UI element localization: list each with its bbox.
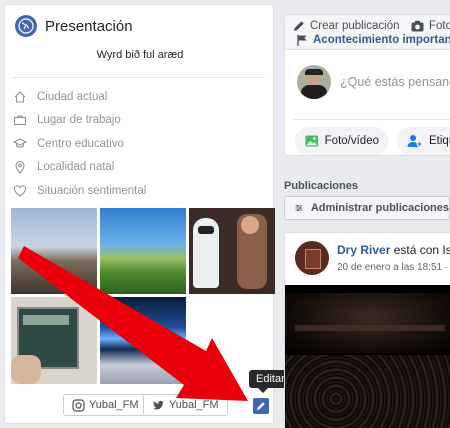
tag-friends-label: Etiqu xyxy=(429,135,450,147)
instagram-handle: Yubal_FM xyxy=(89,399,139,411)
post-author-avatar[interactable] xyxy=(295,241,329,275)
post-action-text: está con Isa xyxy=(393,243,450,257)
tag-friends-button[interactable]: Etiqu xyxy=(397,127,450,155)
instagram-icon xyxy=(72,398,85,412)
info-item-city[interactable]: Ciudad actual xyxy=(13,85,146,109)
divider xyxy=(13,77,265,78)
post-date-text: 20 de enero a las 18:51 · xyxy=(337,262,449,273)
tag-user-icon xyxy=(407,135,423,147)
info-item-label: Ciudad actual xyxy=(37,90,108,103)
instagram-link[interactable]: Yubal_FM xyxy=(63,394,148,416)
bio-text: Wyrd bið ful aræd xyxy=(96,49,184,61)
globe-icon xyxy=(15,15,37,37)
info-item-label: Centro educativo xyxy=(37,137,124,150)
post-author-name[interactable]: Dry River xyxy=(337,243,390,257)
photo-green-valley[interactable] xyxy=(100,208,186,294)
tab-create-label: Crear publicación xyxy=(310,20,400,32)
post-timestamp[interactable]: 20 de enero a las 18:51 · xyxy=(337,262,450,273)
composer-card: Crear publicación Foto Acontecimiento im… xyxy=(284,14,450,156)
photo-icon xyxy=(305,135,319,147)
post-author-line: Dry River está con Isa xyxy=(337,243,450,257)
twitter-link[interactable]: Yubal_FM xyxy=(143,394,228,416)
avatar[interactable] xyxy=(297,65,331,99)
manage-posts-button[interactable]: Administrar publicaciones xyxy=(284,196,450,220)
info-item-label: Lugar de trabajo xyxy=(37,114,121,127)
photo-grid xyxy=(11,208,275,384)
sliders-icon xyxy=(295,204,303,212)
tab-photo-label: Foto xyxy=(429,20,450,32)
manage-posts-label: Administrar publicaciones xyxy=(310,202,449,214)
camera-icon xyxy=(411,20,424,32)
info-item-hometown[interactable]: Localidad natal xyxy=(13,156,146,180)
status-input[interactable]: ¿Qué estás pensando xyxy=(340,75,450,89)
tab-create-post[interactable]: Crear publicación xyxy=(293,20,400,32)
graduation-cap-icon xyxy=(13,138,27,148)
info-item-label: Localidad natal xyxy=(37,161,115,174)
pencil-icon xyxy=(294,21,304,31)
composer-tabs: Crear publicación Foto Acontecimiento im… xyxy=(285,15,450,50)
info-item-work[interactable]: Lugar de trabajo xyxy=(13,109,146,133)
photo-concert-stage[interactable] xyxy=(100,297,186,384)
intro-card: Presentación Wyrd bið ful aræd Ciudad ac… xyxy=(4,4,292,424)
intro-info-list: Ciudad actual Lugar de trabajo Centro ed… xyxy=(13,85,146,203)
intro-title: Presentación xyxy=(45,17,133,35)
photo-vinyl-record[interactable] xyxy=(11,297,97,384)
info-item-education[interactable]: Centro educativo xyxy=(13,132,146,156)
posts-section-title: Publicaciones xyxy=(284,180,358,192)
info-item-relationship[interactable]: Situación sentimental xyxy=(13,179,146,203)
pencil-icon xyxy=(257,402,265,410)
info-item-label: Situación sentimental xyxy=(37,184,147,197)
heart-icon xyxy=(13,185,27,197)
twitter-icon xyxy=(153,400,164,410)
photo-robot-handshake[interactable] xyxy=(189,208,275,294)
house-icon xyxy=(14,90,26,103)
intro-header: Presentación xyxy=(15,15,133,37)
post-photo-concert[interactable] xyxy=(285,285,450,428)
briefcase-icon xyxy=(13,115,27,126)
tab-photo[interactable]: Foto xyxy=(411,20,450,32)
post-card: Dry River está con Isa 20 de enero a las… xyxy=(284,232,450,428)
tab-event-label: Acontecimiento importante xyxy=(313,34,450,46)
tab-life-event[interactable]: Acontecimiento importante xyxy=(297,34,450,46)
flag-icon xyxy=(297,35,307,46)
map-pin-icon xyxy=(15,161,25,175)
photo-city-sunset[interactable] xyxy=(11,208,97,294)
photo-video-button[interactable]: Foto/vídeo xyxy=(295,127,389,155)
edit-button[interactable] xyxy=(253,398,269,414)
twitter-handle: Yubal_FM xyxy=(169,399,219,411)
divider xyxy=(293,119,450,120)
photo-video-label: Foto/vídeo xyxy=(324,135,379,147)
